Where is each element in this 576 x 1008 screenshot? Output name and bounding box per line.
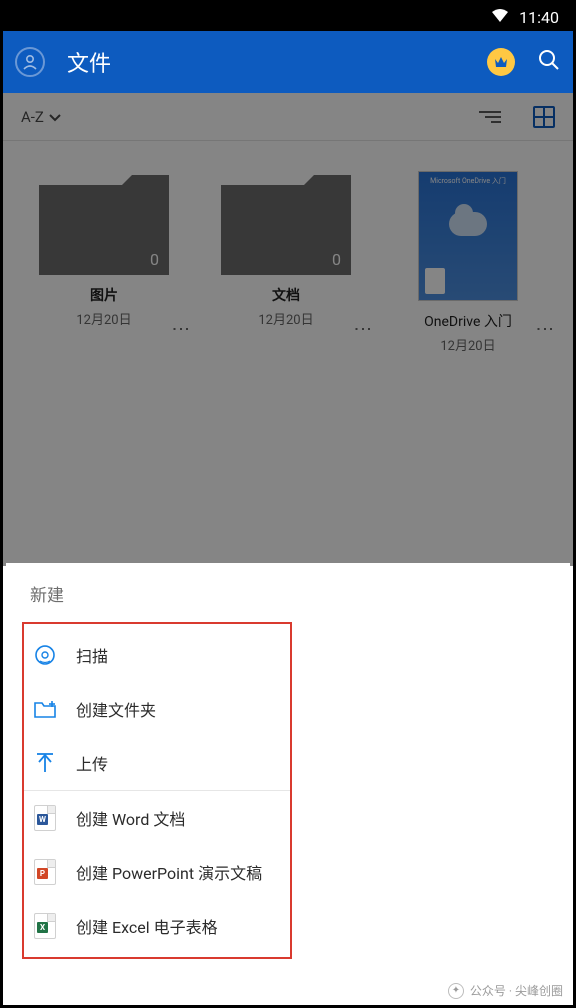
wifi-icon [491, 8, 509, 27]
dim-overlay[interactable] [3, 141, 573, 566]
file-grid-area: 0 图片 12月20日 ⋮ 0 文档 12月20日 ⋮ Microsoft On… [3, 141, 573, 566]
sheet-title: 新建 [6, 581, 570, 620]
menu-label: 扫描 [76, 643, 108, 667]
premium-badge-icon[interactable] [487, 48, 515, 76]
search-icon[interactable] [537, 48, 561, 76]
dim-overlay[interactable] [3, 93, 573, 141]
menu-label: 创建 Excel 电子表格 [76, 914, 218, 938]
menu-scan[interactable]: 扫描 [24, 628, 290, 682]
menu-create-excel[interactable]: X 创建 Excel 电子表格 [24, 899, 290, 953]
menu-label: 创建 Word 文档 [76, 806, 185, 830]
account-avatar[interactable] [15, 47, 45, 77]
excel-icon: X [32, 913, 58, 939]
watermark-text: 公众号 · 尖峰创圈 [470, 982, 563, 999]
folder-plus-icon [32, 696, 58, 722]
menu-label: 上传 [76, 751, 108, 775]
menu-create-word[interactable]: W 创建 Word 文档 [24, 791, 290, 845]
highlight-annotation: 扫描 创建文件夹 上传 W 创建 W [22, 622, 292, 959]
menu-label: 创建文件夹 [76, 697, 156, 721]
word-icon: W [32, 805, 58, 831]
status-bar: 11:40 [3, 3, 573, 31]
status-time: 11:40 [519, 8, 559, 27]
menu-create-powerpoint[interactable]: P 创建 PowerPoint 演示文稿 [24, 845, 290, 899]
menu-create-folder[interactable]: 创建文件夹 [24, 682, 290, 736]
app-header: 文件 [3, 31, 573, 93]
upload-icon [32, 750, 58, 776]
menu-upload[interactable]: 上传 [24, 736, 290, 790]
watermark: ✦ 公众号 · 尖峰创圈 [448, 982, 563, 999]
new-bottom-sheet: 新建 扫描 创建文件夹 上传 [6, 563, 570, 1002]
powerpoint-icon: P [32, 859, 58, 885]
menu-label: 创建 PowerPoint 演示文稿 [76, 860, 262, 884]
page-title: 文件 [67, 46, 465, 78]
wechat-icon: ✦ [448, 983, 464, 999]
scan-icon [32, 642, 58, 668]
